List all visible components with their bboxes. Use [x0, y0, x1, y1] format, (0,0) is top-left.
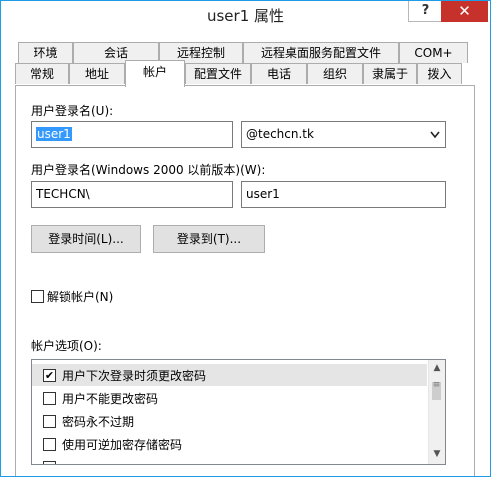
logon-name-value: user1 [36, 127, 72, 141]
close-button[interactable]: ✕ [441, 1, 488, 22]
logon-hours-button[interactable]: 登录时间(L)... [31, 225, 141, 253]
unlock-account-label: 解锁帐户(N) [47, 290, 114, 304]
pre2000-username-input[interactable]: user1 [241, 181, 446, 208]
chevron-down-icon [430, 122, 440, 157]
option-label: 密码永不过期 [62, 415, 135, 429]
scroll-up-icon[interactable]: ▲ [429, 360, 445, 377]
logon-to-button[interactable]: 登录到(T)... [153, 225, 265, 253]
tab-organization[interactable]: 组织 [307, 63, 363, 84]
tab-general[interactable]: 常规 [15, 63, 69, 84]
list-item[interactable]: ✔ 用户下次登录时须更改密码 [32, 364, 427, 386]
tab-profile[interactable]: 配置文件 [185, 63, 251, 84]
pre2000-domain-field: TECHCN\ [31, 181, 233, 208]
pre2000-domain-value: TECHCN\ [36, 187, 90, 201]
account-options-label: 帐户选项(O): [31, 339, 102, 353]
list-item[interactable]: 密码永不过期 [32, 410, 427, 432]
tab-environment[interactable]: 环境 [18, 42, 73, 63]
list-item[interactable] [32, 456, 427, 464]
option-checkbox[interactable] [43, 461, 56, 464]
option-checkbox[interactable] [43, 415, 56, 428]
pre2000-logon-label: 用户登录名(Windows 2000 以前版本)(W): [31, 163, 266, 177]
tab-account[interactable]: 帐户 [125, 60, 185, 87]
domain-suffix-value: @techcn.tk [246, 127, 314, 141]
pre2000-username-value: user1 [246, 187, 280, 201]
tab-dial-in[interactable]: 拨入 [417, 63, 462, 84]
domain-suffix-select[interactable]: @techcn.tk [241, 121, 446, 148]
option-checkbox[interactable]: ✔ [43, 369, 56, 382]
logon-name-label: 用户登录名(U): [31, 104, 114, 118]
account-options-list[interactable]: ✔ 用户下次登录时须更改密码 用户不能更改密码 密码永不过期 使用可逆加密存储密… [31, 359, 446, 465]
option-label: 用户不能更改密码 [62, 392, 159, 406]
tab-telephones[interactable]: 电话 [251, 63, 307, 84]
properties-dialog: user1 属性 ? ✕ 环境 会话 远程控制 远程桌面服务配置文件 COM+ … [0, 0, 491, 477]
list-item[interactable]: 用户不能更改密码 [32, 387, 427, 409]
vertical-scrollbar[interactable]: ▲ ≡ ▼ [428, 360, 445, 464]
unlock-account-checkbox[interactable] [31, 290, 44, 303]
scroll-down-icon[interactable]: ▼ [429, 446, 445, 463]
tab-com-plus[interactable]: COM+ [399, 42, 468, 63]
option-checkbox[interactable] [43, 438, 56, 451]
check-icon: ✔ [44, 369, 55, 382]
tab-rds-profile[interactable]: 远程桌面服务配置文件 [243, 42, 399, 63]
title-bar: user1 属性 ? ✕ [1, 1, 490, 29]
option-label: 用户下次登录时须更改密码 [62, 369, 207, 383]
scroll-thumb[interactable]: ≡ [432, 381, 441, 400]
list-item[interactable]: 使用可逆加密存储密码 [32, 433, 427, 455]
tab-member-of[interactable]: 隶属于 [363, 63, 417, 84]
logon-name-input[interactable]: user1 [31, 121, 233, 148]
tab-address[interactable]: 地址 [69, 63, 125, 84]
option-label: 使用可逆加密存储密码 [62, 438, 183, 452]
option-checkbox[interactable] [43, 392, 56, 405]
help-button[interactable]: ? [408, 1, 443, 22]
